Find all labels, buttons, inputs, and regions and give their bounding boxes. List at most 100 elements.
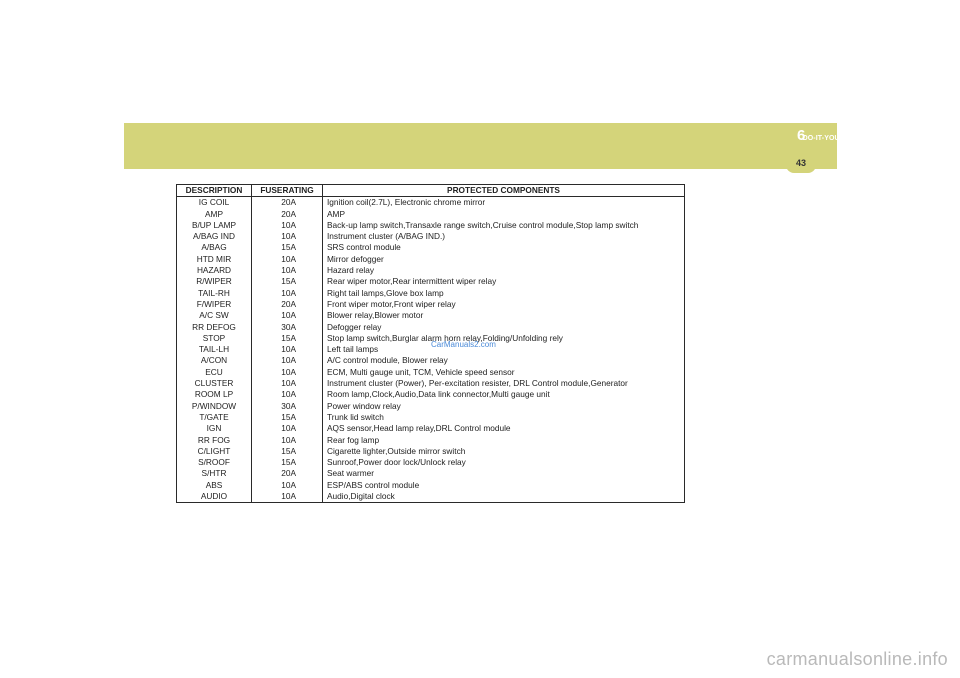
fuse-description: RR DEFOG <box>176 321 252 333</box>
fuse-rating: 20A <box>251 208 323 220</box>
watermark-middle: CarManuals2.com <box>431 340 496 349</box>
fuse-rating: 10A <box>251 265 323 277</box>
fuse-rating: 10A <box>251 310 323 322</box>
table-row: HAZARD 10A Hazard relay <box>176 265 685 277</box>
table-row: F/WIPER 20A Front wiper motor,Front wiper … <box>176 298 685 311</box>
fuse-description: F/WIPER <box>176 298 252 311</box>
fuse-rating: 10A <box>251 423 323 435</box>
fuse-description: A/C SW <box>176 310 252 322</box>
fuse-rating: 15A <box>251 457 323 469</box>
fuse-rating: 10A <box>251 366 323 379</box>
fuse-description: RR FOG <box>176 434 252 446</box>
page-number: 43 <box>795 158 806 168</box>
fuse-description: STOP <box>176 332 252 345</box>
protected-components: Instrument cluster (A/BAG IND.) <box>327 231 446 242</box>
section-title: DO-IT-YOURSELF MAINTENANCE <box>802 135 918 142</box>
fuse-description: CLUSTER <box>176 378 252 390</box>
table-row: ECU 10A ECM, Multi gauge unit, TCM, Vehicl… <box>176 366 685 379</box>
protected-components: Instrument cluster (Power), Per-excitati… <box>327 378 628 389</box>
table-row: IG COIL 20A Ignition coil(2.7L), Electroni… <box>176 196 685 209</box>
protected-components: AQS sensor,Head lamp relay,DRL Control m… <box>327 423 511 434</box>
table-row: A/BAG 15A SRS control module <box>176 242 685 254</box>
fuse-description: T/GATE <box>176 411 252 424</box>
fuse-rating: 20A <box>251 196 323 209</box>
fuse-description: TAIL-LH <box>176 344 252 356</box>
fuse-rating: 20A <box>251 468 323 480</box>
fuse-table-body: IG COIL 20A Ignition coil(2.7L), Electroni… <box>176 196 685 503</box>
fuse-description: TAIL-RH <box>176 287 252 299</box>
fuse-description: ROOM LP <box>176 389 252 401</box>
fuse-description: IG COIL <box>176 196 252 209</box>
protected-components: Cigarette lighter,Outside mirror switch <box>327 445 466 456</box>
fuse-rating: 10A <box>251 287 323 299</box>
protected-components: Room lamp,Clock,Audio,Data link connecto… <box>327 389 550 400</box>
table-row: AUDIO 10A Audio,Digital clock <box>176 491 685 503</box>
table-row: A/C SW 10A Blower relay,Blower motor <box>176 310 685 322</box>
table-row: A/CON 10A A/C control module, Blower relay <box>176 355 685 367</box>
fuse-rating: 10A <box>251 479 323 492</box>
column-header-description: DESCRIPTION <box>176 184 252 198</box>
fuse-rating: 15A <box>251 242 323 254</box>
protected-components: Defogger relay <box>327 321 382 332</box>
fuse-description: C/LIGHT <box>176 445 252 458</box>
protected-components: A/C control module, Blower relay <box>327 355 448 366</box>
protected-components: Trunk lid switch <box>327 411 384 422</box>
protected-components: Stop lamp switch,Burglar alarm horn rela… <box>327 332 563 343</box>
table-row: S/HTR 20A Seat warmer <box>176 468 685 480</box>
table-row: ROOM LP 10A Room lamp,Clock,Audio,Data lin… <box>176 389 685 401</box>
protected-components: Sunroof,Power door lock/Unlock relay <box>327 457 466 468</box>
table-row: IGN 10A AQS sensor,Head lamp relay,DRL Con… <box>176 423 685 435</box>
fuse-rating: 30A <box>251 321 323 333</box>
table-row: R/WIPER 15A Rear wiper motor,Rear intermit… <box>176 276 685 288</box>
fuse-rating: 10A <box>251 389 323 401</box>
fuse-description: B/UP LAMP <box>176 219 252 232</box>
protected-components: Right tail lamps,Glove box lamp <box>327 287 444 298</box>
chapter-number: 6 <box>797 127 806 144</box>
fuse-description: A/BAG <box>176 242 252 254</box>
protected-components: Back-up lamp switch,Transaxle range swit… <box>327 219 639 230</box>
protected-components: Seat warmer <box>327 468 375 479</box>
table-row: RR FOG 10A Rear fog lamp <box>176 434 685 446</box>
fuse-description: AUDIO <box>176 491 252 503</box>
protected-components: Power window relay <box>327 400 401 411</box>
table-row: ABS 10A ESP/ABS control module <box>176 479 685 492</box>
fuse-description: A/CON <box>176 355 252 367</box>
fuse-rating: 10A <box>251 355 323 367</box>
protected-components: Rear wiper motor,Rear intermittent wiper… <box>327 276 497 287</box>
fuse-description: A/BAG IND <box>176 231 252 243</box>
fuse-rating: 15A <box>251 411 323 424</box>
table-row: CLUSTER 10A Instrument cluster (Power), Pe… <box>176 378 685 390</box>
table-row: HTD MIR 10A Mirror defogger <box>176 253 685 266</box>
fuse-description: ABS <box>176 479 252 492</box>
fuse-description: ECU <box>176 366 252 379</box>
protected-components: Hazard relay <box>327 265 375 276</box>
column-header-protected-components: PROTECTED COMPONENTS <box>322 184 685 198</box>
fuse-rating: 10A <box>251 231 323 243</box>
protected-components: Ignition coil(2.7L), Electronic chrome m… <box>327 197 486 208</box>
fuse-description: AMP <box>176 208 252 220</box>
table-row: T/GATE 15A Trunk lid switch <box>176 411 685 424</box>
protected-components: AMP <box>327 208 345 219</box>
fuse-description: HAZARD <box>176 265 252 277</box>
table-row: B/UP LAMP 10A Back-up lamp switch,Transaxl… <box>176 219 685 232</box>
table-row: C/LIGHT 15A Cigarette lighter,Outside mirr… <box>176 445 685 458</box>
fuse-rating: 20A <box>251 298 323 311</box>
table-row: AMP 20A AMP <box>176 208 685 220</box>
table-row: RR DEFOG 30A Defogger relay <box>176 321 685 333</box>
fuse-description: HTD MIR <box>176 253 252 266</box>
fuse-description: R/WIPER <box>176 276 252 288</box>
fuse-rating: 15A <box>251 332 323 345</box>
fuse-rating: 15A <box>251 276 323 288</box>
protected-components: Left tail lamps <box>327 344 379 355</box>
fuse-description: S/HTR <box>176 468 252 480</box>
protected-components: ECM, Multi gauge unit, TCM, Vehicle spee… <box>327 366 515 377</box>
table-row: A/BAG IND 10A Instrument cluster (A/BAG IN… <box>176 231 685 243</box>
fuse-rating: 10A <box>251 344 323 356</box>
fuse-description: S/ROOF <box>176 457 252 469</box>
fuse-rating: 30A <box>251 400 323 412</box>
fuse-rating: 10A <box>251 253 323 266</box>
watermark-bottom: carmanualsonline.info <box>766 649 948 669</box>
table-row: S/ROOF 15A Sunroof,Power door lock/Unlock … <box>176 457 685 469</box>
table-row: P/WINDOW 30A Power window relay <box>176 400 685 412</box>
fuse-rating: 10A <box>251 491 323 503</box>
